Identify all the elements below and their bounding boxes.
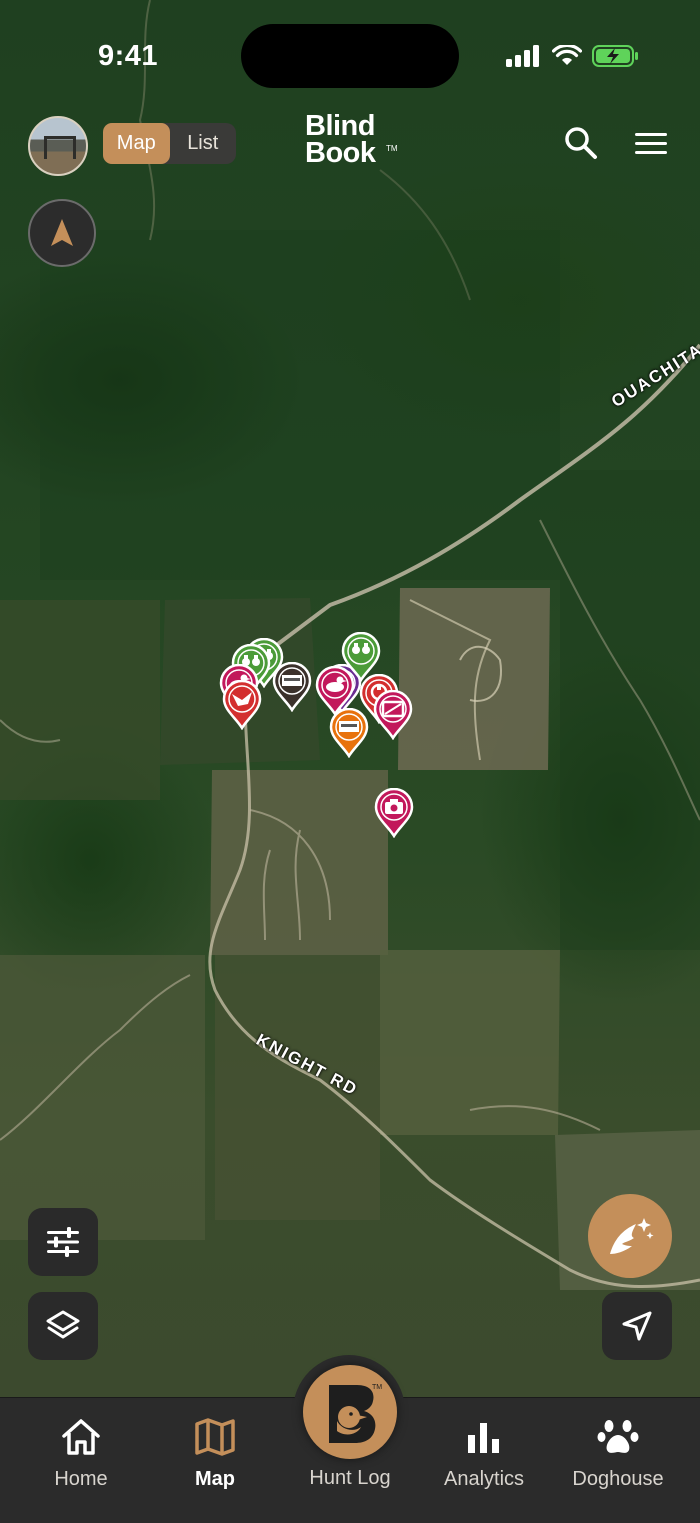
status-icons (506, 44, 640, 68)
blind-icon (272, 662, 312, 712)
search-button[interactable] (562, 124, 600, 162)
svg-text:TM: TM (372, 1384, 382, 1391)
nav-doghouse-label: Doghouse (572, 1468, 664, 1490)
nav-map[interactable]: Map (150, 1398, 280, 1523)
map-pin[interactable] (373, 690, 413, 740)
layers-icon (46, 1310, 80, 1339)
nav-analytics-label: Analytics (443, 1468, 525, 1490)
nav-map-label: Map (195, 1468, 235, 1490)
map-pin[interactable] (222, 680, 262, 730)
nav-hunt-log-label: Hunt Log (309, 1467, 391, 1489)
bar-chart-icon (468, 1423, 499, 1453)
nav-home[interactable]: Home (16, 1398, 146, 1523)
map-pin[interactable] (329, 708, 369, 758)
camera-icon (374, 788, 414, 838)
logo-tm: TM (386, 144, 398, 153)
feather-sparkle-icon (610, 1218, 654, 1254)
my-location-button[interactable] (602, 1292, 672, 1360)
toggle-map[interactable]: Map (103, 123, 170, 164)
cellular-signal-icon (506, 45, 539, 67)
status-time: 9:41 (98, 40, 159, 72)
ai-assist-button[interactable] (588, 1194, 672, 1278)
filter-button[interactable] (28, 1208, 98, 1276)
nav-home-label: Home (54, 1468, 108, 1490)
sliders-filter-icon (47, 1227, 79, 1257)
layers-button[interactable] (28, 1292, 98, 1360)
nav-hunt-log[interactable]: TM (303, 1365, 397, 1459)
battery-charging-icon (592, 45, 638, 67)
menu-button[interactable] (632, 126, 670, 160)
logo-line1: Blind (305, 110, 376, 142)
toggle-list[interactable]: List (170, 123, 237, 164)
paw-icon (597, 1420, 639, 1453)
dynamic-island (241, 24, 459, 88)
trailcam-icon (373, 690, 413, 740)
nav-doghouse[interactable]: Doghouse (553, 1398, 683, 1523)
nav-analytics[interactable]: Analytics (419, 1398, 549, 1523)
hamburger-menu-icon (635, 133, 667, 154)
map-pin[interactable] (272, 662, 312, 712)
blind-icon (329, 708, 369, 758)
blind-book-logo: Blind Book TM (305, 110, 400, 175)
compass-button[interactable] (28, 199, 96, 267)
wifi-icon (552, 45, 582, 65)
home-icon (62, 1419, 100, 1455)
search-icon (565, 127, 597, 159)
map-list-toggle[interactable]: Map List (103, 123, 236, 164)
satellite-map[interactable]: OUACHITA KNIGHT RD (0, 0, 700, 1400)
blindbook-duck-icon: TM (329, 1384, 382, 1443)
location-arrow-icon (622, 1311, 652, 1341)
map-icon (195, 1418, 235, 1456)
duck-flying-icon (222, 680, 262, 730)
map-pin[interactable] (374, 788, 414, 838)
profile-avatar[interactable] (28, 116, 88, 176)
compass-north-arrow-icon (51, 219, 73, 246)
